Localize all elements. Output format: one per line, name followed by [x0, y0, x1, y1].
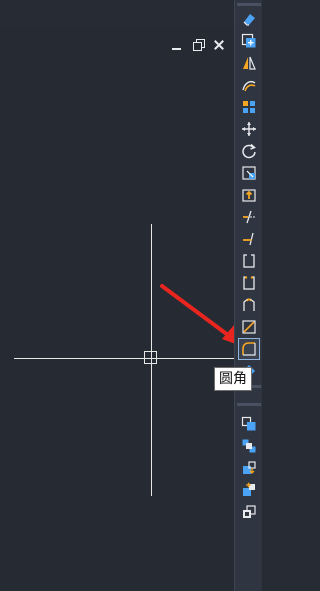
- drawing-canvas[interactable]: [0, 28, 234, 591]
- trim-icon[interactable]: [239, 207, 259, 227]
- crosshair-pickbox: [144, 351, 157, 364]
- minimize-icon[interactable]: [170, 38, 184, 52]
- break-at-point-icon[interactable]: [239, 251, 259, 271]
- crosshair-horizontal: [14, 358, 234, 359]
- offset-icon[interactable]: [239, 75, 259, 95]
- fillet-tooltip: 圆角: [214, 367, 252, 391]
- chamfer-icon[interactable]: [239, 317, 259, 337]
- draw-order-icon[interactable]: [239, 414, 259, 434]
- scale-icon[interactable]: [239, 163, 259, 183]
- send-to-back-icon[interactable]: [239, 458, 259, 478]
- modify-toolbar: [234, 0, 262, 591]
- break-icon[interactable]: [239, 273, 259, 293]
- stretch-icon[interactable]: [239, 185, 259, 205]
- bring-above-icon[interactable]: [239, 480, 259, 500]
- top-strip: [0, 0, 234, 28]
- close-icon[interactable]: [212, 38, 226, 52]
- mirror-icon[interactable]: [239, 53, 259, 73]
- fillet-icon[interactable]: [238, 338, 260, 360]
- restore-icon[interactable]: [192, 38, 206, 52]
- move-icon[interactable]: [239, 119, 259, 139]
- toolbar-grip[interactable]: [237, 3, 261, 6]
- join-icon[interactable]: [239, 295, 259, 315]
- send-under-icon[interactable]: [239, 502, 259, 522]
- rotate-icon[interactable]: [239, 141, 259, 161]
- bring-to-front-icon[interactable]: [239, 436, 259, 456]
- copy-icon[interactable]: [239, 31, 259, 51]
- toolbar-grip[interactable]: [237, 403, 261, 406]
- extend-icon[interactable]: [239, 229, 259, 249]
- array-icon[interactable]: [239, 97, 259, 117]
- cad-screen: 圆角: [0, 0, 262, 591]
- erase-icon[interactable]: [239, 9, 259, 29]
